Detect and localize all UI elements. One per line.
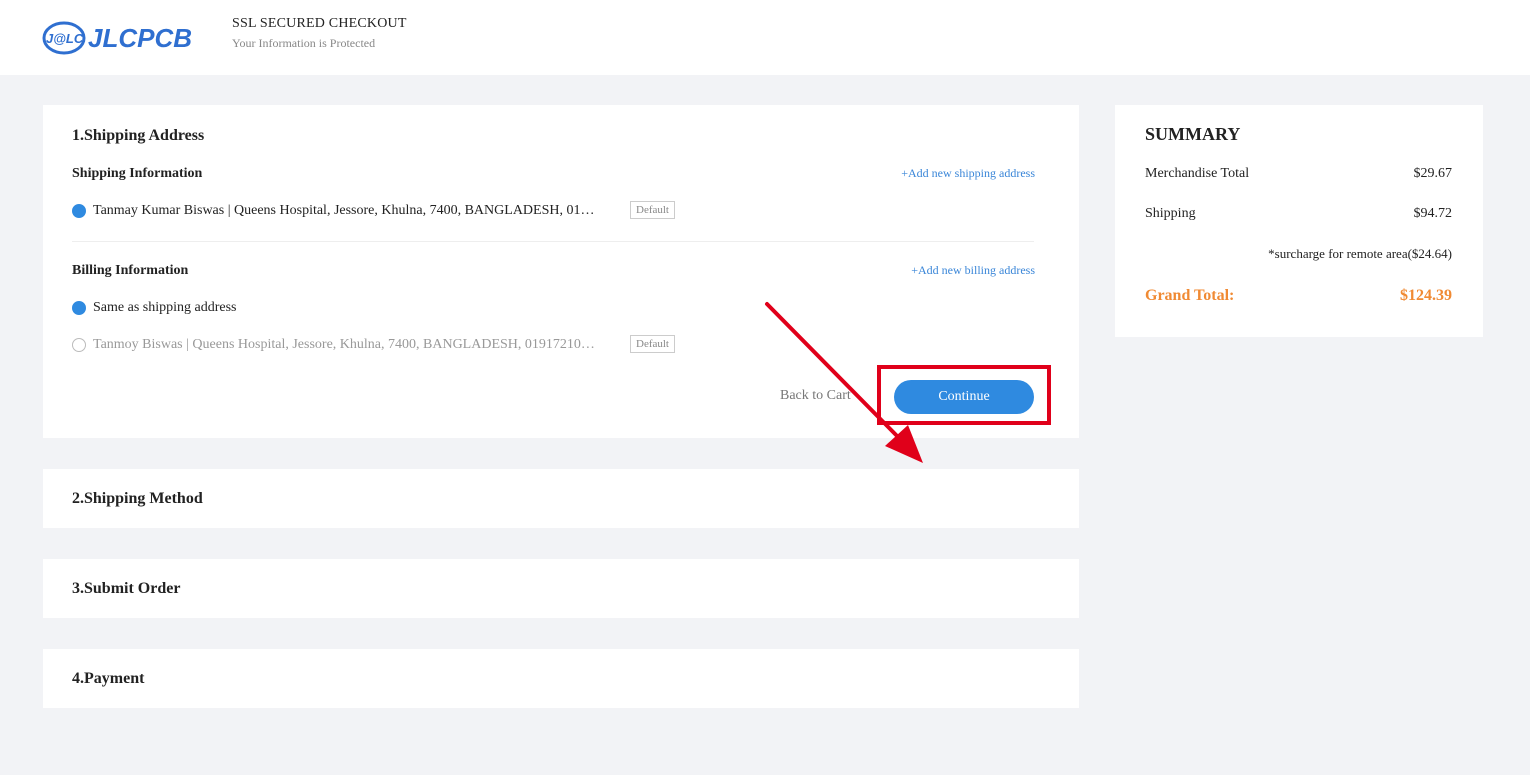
billing-same-text: Same as shipping address: [93, 300, 237, 315]
ssl-subtitle: Your Information is Protected: [232, 36, 376, 50]
submit-order-panel[interactable]: 3.Submit Order: [43, 559, 1079, 618]
logo-text: JLCPCB: [88, 23, 192, 53]
payment-panel[interactable]: 4.Payment: [43, 649, 1079, 708]
merchandise-total-row: Merchandise Total $29.67: [1145, 166, 1452, 182]
section-title-shipping-method: 2.Shipping Method: [72, 490, 203, 507]
radio-unselected-icon[interactable]: [72, 338, 86, 352]
shipping-address-text: Tanmay Kumar Biswas | Queens Hospital, J…: [93, 203, 595, 218]
billing-address-option[interactable]: Tanmoy Biswas | Queens Hospital, Jessore…: [72, 335, 598, 355]
order-summary-panel: SUMMARY Merchandise Total $29.67 Shippin…: [1115, 105, 1483, 337]
shipping-value: $94.72: [1413, 206, 1453, 221]
surcharge-note: *surcharge for remote area($24.64): [1268, 246, 1452, 261]
top-header: J@LC JLCPCB SSL SECURED CHECKOUT Your In…: [0, 0, 1530, 75]
jlcpcb-logo[interactable]: J@LC JLCPCB: [42, 18, 202, 58]
section-title-payment: 4.Payment: [72, 670, 145, 687]
continue-button[interactable]: Continue: [894, 380, 1034, 414]
logo-mark: J@LC: [46, 31, 84, 46]
shipping-method-panel[interactable]: 2.Shipping Method: [43, 469, 1079, 528]
shipping-address-panel: 1.Shipping Address Shipping Information …: [43, 105, 1079, 463]
section-title-shipping-address: 1.Shipping Address: [72, 127, 205, 144]
divider: [72, 241, 1034, 242]
radio-selected-icon[interactable]: [72, 204, 86, 218]
default-badge: Default: [630, 335, 675, 353]
shipping-label: Shipping: [1145, 206, 1196, 221]
radio-selected-icon[interactable]: [72, 301, 86, 315]
grand-total-label: Grand Total:: [1145, 287, 1235, 304]
add-billing-address-link[interactable]: +Add new billing address: [911, 263, 1035, 278]
billing-address-text: Tanmoy Biswas | Queens Hospital, Jessore…: [93, 337, 595, 352]
shipping-row: Shipping $94.72: [1145, 206, 1452, 222]
billing-information-label: Billing Information: [72, 263, 189, 278]
add-shipping-address-link[interactable]: +Add new shipping address: [901, 166, 1035, 181]
default-badge: Default: [630, 201, 675, 219]
section-title-submit-order: 3.Submit Order: [72, 580, 181, 597]
grand-total-row: Grand Total: $124.39: [1145, 287, 1452, 305]
billing-same-as-shipping-option[interactable]: Same as shipping address: [72, 298, 236, 318]
shipping-address-option[interactable]: Tanmay Kumar Biswas | Queens Hospital, J…: [72, 201, 598, 221]
ssl-title: SSL SECURED CHECKOUT: [232, 16, 407, 31]
summary-title: SUMMARY: [1145, 124, 1241, 144]
merchandise-total-value: $29.67: [1413, 166, 1453, 181]
grand-total-value: $124.39: [1400, 287, 1452, 304]
back-to-cart-link[interactable]: Back to Cart: [780, 388, 851, 404]
shipping-information-label: Shipping Information: [72, 166, 203, 181]
merchandise-total-label: Merchandise Total: [1145, 166, 1250, 181]
